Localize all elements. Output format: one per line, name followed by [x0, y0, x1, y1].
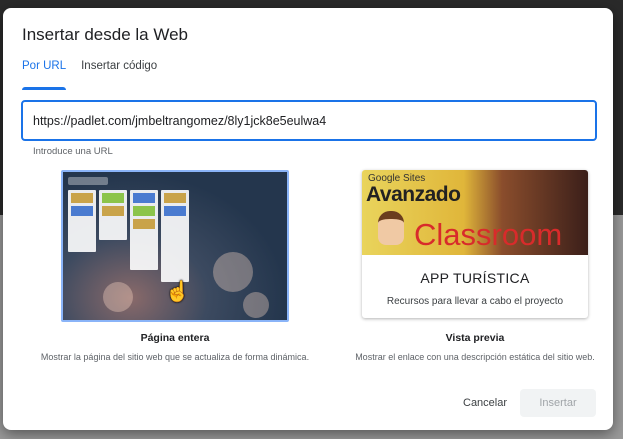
padlet-column	[161, 190, 189, 282]
padlet-header	[68, 177, 108, 185]
padlet-column	[130, 190, 158, 270]
insert-button[interactable]: Insertar	[520, 389, 596, 417]
dialog-title: Insertar desde la Web	[22, 25, 188, 44]
option-preview[interactable]: Google Sites Avanzado Classroom APP TURÍ…	[330, 170, 620, 362]
padlet-column	[68, 190, 96, 252]
bokeh-light	[243, 292, 269, 318]
cancel-button[interactable]: Cancelar	[455, 389, 515, 417]
full-page-description: Mostrar la página del sitio web que se a…	[40, 352, 310, 362]
full-page-label: Página entera	[140, 332, 210, 344]
preview-card[interactable]: Google Sites Avanzado Classroom APP TURÍ…	[362, 170, 588, 318]
full-page-thumbnail[interactable]: ☝	[61, 170, 289, 322]
avatar-illustration	[378, 211, 404, 245]
url-helper-text: Introduce una URL	[33, 146, 113, 157]
bokeh-light	[213, 252, 253, 292]
tab-bar: Por URL Insertar código	[22, 60, 172, 90]
preview-card-title: APP TURÍSTICA	[420, 270, 530, 286]
preview-card-description: Recursos para llevar a cabo el proyecto	[386, 296, 564, 307]
classroom-text: Classroom	[414, 217, 563, 252]
insert-from-web-dialog: Insertar desde la Web Por URL Insertar c…	[3, 8, 613, 430]
preview-card-image: Google Sites Avanzado Classroom	[362, 170, 588, 255]
avanzado-text: Avanzado	[366, 183, 461, 206]
tab-by-url[interactable]: Por URL	[22, 60, 67, 90]
hand-cursor-icon: ☝	[165, 281, 190, 303]
padlet-column	[99, 190, 127, 240]
tab-embed-code[interactable]: Insertar código	[81, 60, 157, 90]
bokeh-light	[103, 282, 133, 312]
preview-description: Mostrar el enlace con una descripción es…	[355, 352, 595, 362]
url-input[interactable]	[21, 100, 597, 141]
tabs-divider	[3, 90, 613, 91]
preview-label: Vista previa	[445, 332, 505, 344]
option-full-page[interactable]: ☝ Página entera Mostrar la página del si…	[30, 170, 320, 362]
